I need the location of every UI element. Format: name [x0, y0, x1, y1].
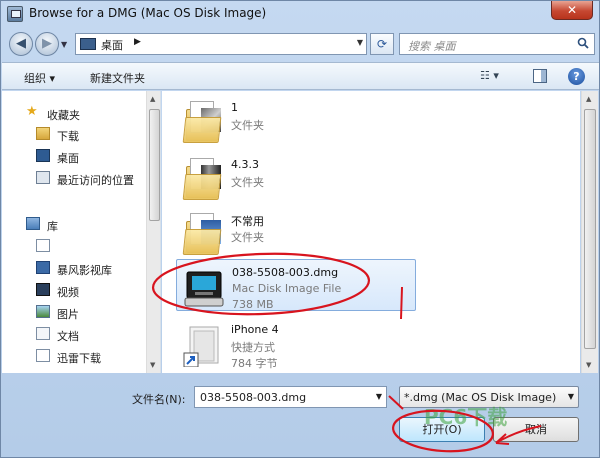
forward-button[interactable]: ▶: [35, 32, 59, 56]
document-icon: [36, 239, 50, 252]
list-item-folder-433[interactable]: 4.3.3 文件夹: [176, 152, 416, 204]
close-button[interactable]: ✕: [551, 1, 593, 20]
filter-dropdown-icon[interactable]: ▼: [568, 392, 574, 401]
file-type: 文件夹: [231, 119, 264, 132]
picture-icon: [36, 305, 50, 318]
title-bar[interactable]: Browse for a DMG (Mac OS Disk Image) ✕: [1, 1, 599, 27]
sidebar-scrollbar[interactable]: ▲ ▼: [146, 91, 160, 373]
folder-icon: [182, 99, 224, 145]
list-item-iphone-shortcut[interactable]: iPhone 4 快捷方式 784 字节: [176, 317, 416, 370]
filename-field[interactable]: 038-5508-003.dmg ▼: [194, 386, 387, 408]
breadcrumb-arrow-icon[interactable]: ▶: [134, 37, 141, 47]
file-size: 784 字节: [231, 357, 278, 370]
desktop-icon: [80, 38, 96, 50]
file-list-scrollbar[interactable]: ▲ ▼: [581, 91, 598, 373]
file-name: 不常用: [231, 215, 264, 228]
filename-dropdown-icon[interactable]: ▼: [376, 392, 382, 401]
list-item-dmg-file[interactable]: 038-5508-003.dmg Mac Disk Image File 738…: [176, 259, 416, 311]
sidebar-item-pictures[interactable]: 图片: [2, 302, 144, 322]
new-folder-button[interactable]: 新建文件夹: [90, 70, 145, 86]
window-title: Browse for a DMG (Mac OS Disk Image): [29, 6, 267, 20]
view-options-icon[interactable]: ☷ ▾: [480, 69, 516, 85]
address-location[interactable]: 桌面: [101, 37, 123, 53]
scroll-up-icon[interactable]: ▲: [150, 95, 155, 103]
file-type: 文件夹: [231, 231, 264, 244]
refresh-button[interactable]: ⟳: [370, 33, 394, 55]
organize-button[interactable]: 组织 ▾: [24, 70, 55, 86]
star-icon: ★: [26, 104, 38, 119]
folder-icon: [182, 156, 224, 202]
recent-pages-dropdown-icon[interactable]: ▼: [61, 40, 67, 49]
scroll-down-icon[interactable]: ▼: [586, 361, 591, 369]
disk-image-icon: [184, 271, 224, 307]
file-name: iPhone 4: [231, 323, 279, 336]
sidebar-item-videos[interactable]: 视频: [2, 280, 144, 300]
sidebar-item-document[interactable]: [2, 236, 144, 256]
folder-icon: [182, 211, 224, 257]
back-button[interactable]: ◀: [9, 32, 33, 56]
list-item-folder-1[interactable]: 1 文件夹: [176, 95, 416, 147]
search-box[interactable]: 搜索 桌面: [399, 33, 595, 55]
file-name: 4.3.3: [231, 158, 259, 171]
sidebar-item-favorites[interactable]: ★ 收藏夹: [2, 103, 144, 123]
help-button[interactable]: ?: [568, 68, 585, 85]
watermark-logo: PC6下载: [424, 405, 508, 429]
sidebar-scrollbar-thumb[interactable]: [149, 109, 160, 221]
file-list: 1 文件夹 4.3.3 文件夹 不常用 文件夹 038-5508-003.dmg…: [162, 91, 580, 373]
address-dropdown-icon[interactable]: ▼: [357, 38, 363, 47]
video-library-icon: [36, 261, 50, 274]
search-icon[interactable]: [577, 37, 589, 49]
download-folder-icon: [36, 127, 50, 140]
shortcut-icon: [183, 326, 219, 367]
address-bar[interactable]: 桌面 ▶ ▼: [75, 33, 367, 55]
app-icon: [7, 6, 23, 22]
command-toolbar: 组织 ▾ 新建文件夹 ☷ ▾ ?: [2, 62, 599, 90]
sidebar-item-documents[interactable]: 文档: [2, 324, 144, 344]
scroll-up-icon[interactable]: ▲: [586, 95, 591, 103]
scroll-down-icon[interactable]: ▼: [150, 361, 155, 369]
list-item-folder-rarely-used[interactable]: 不常用 文件夹: [176, 207, 416, 259]
sidebar-item-thunder-download[interactable]: 迅雷下载: [2, 346, 144, 366]
sidebar-item-desktop[interactable]: 桌面: [2, 146, 144, 166]
file-name: 038-5508-003.dmg: [232, 266, 339, 279]
search-input[interactable]: 搜索 桌面: [408, 38, 456, 54]
desktop-icon: [36, 149, 50, 162]
file-type: Mac Disk Image File: [232, 282, 342, 295]
filename-label: 文件名(N):: [132, 393, 186, 406]
file-name: 1: [231, 101, 238, 114]
recent-places-icon: [36, 171, 50, 184]
file-type: 快捷方式: [231, 341, 275, 354]
sidebar-item-libraries[interactable]: 库: [2, 214, 144, 234]
video-icon: [36, 283, 50, 296]
file-list-scrollbar-thumb[interactable]: [584, 109, 596, 349]
sidebar-item-baofeng-library[interactable]: 暴风影视库: [2, 258, 144, 278]
library-icon: [26, 217, 40, 230]
sidebar-item-downloads[interactable]: 下载: [2, 124, 144, 144]
dialog-window: Browse for a DMG (Mac OS Disk Image) ✕ ◀…: [0, 0, 600, 458]
preview-pane-icon[interactable]: [533, 69, 547, 83]
file-type: 文件夹: [231, 176, 264, 189]
filename-value[interactable]: 038-5508-003.dmg: [200, 391, 306, 404]
navigation-pane: ★ 收藏夹 下载 桌面 最近访问的位置 库 暴风影视库 视频 图片 文档 迅雷下…: [2, 91, 161, 373]
file-size: 738 MB: [232, 298, 274, 311]
sidebar-item-recent-places[interactable]: 最近访问的位置: [2, 168, 144, 188]
documents-icon: [36, 327, 50, 340]
thunder-download-icon: [36, 349, 50, 362]
